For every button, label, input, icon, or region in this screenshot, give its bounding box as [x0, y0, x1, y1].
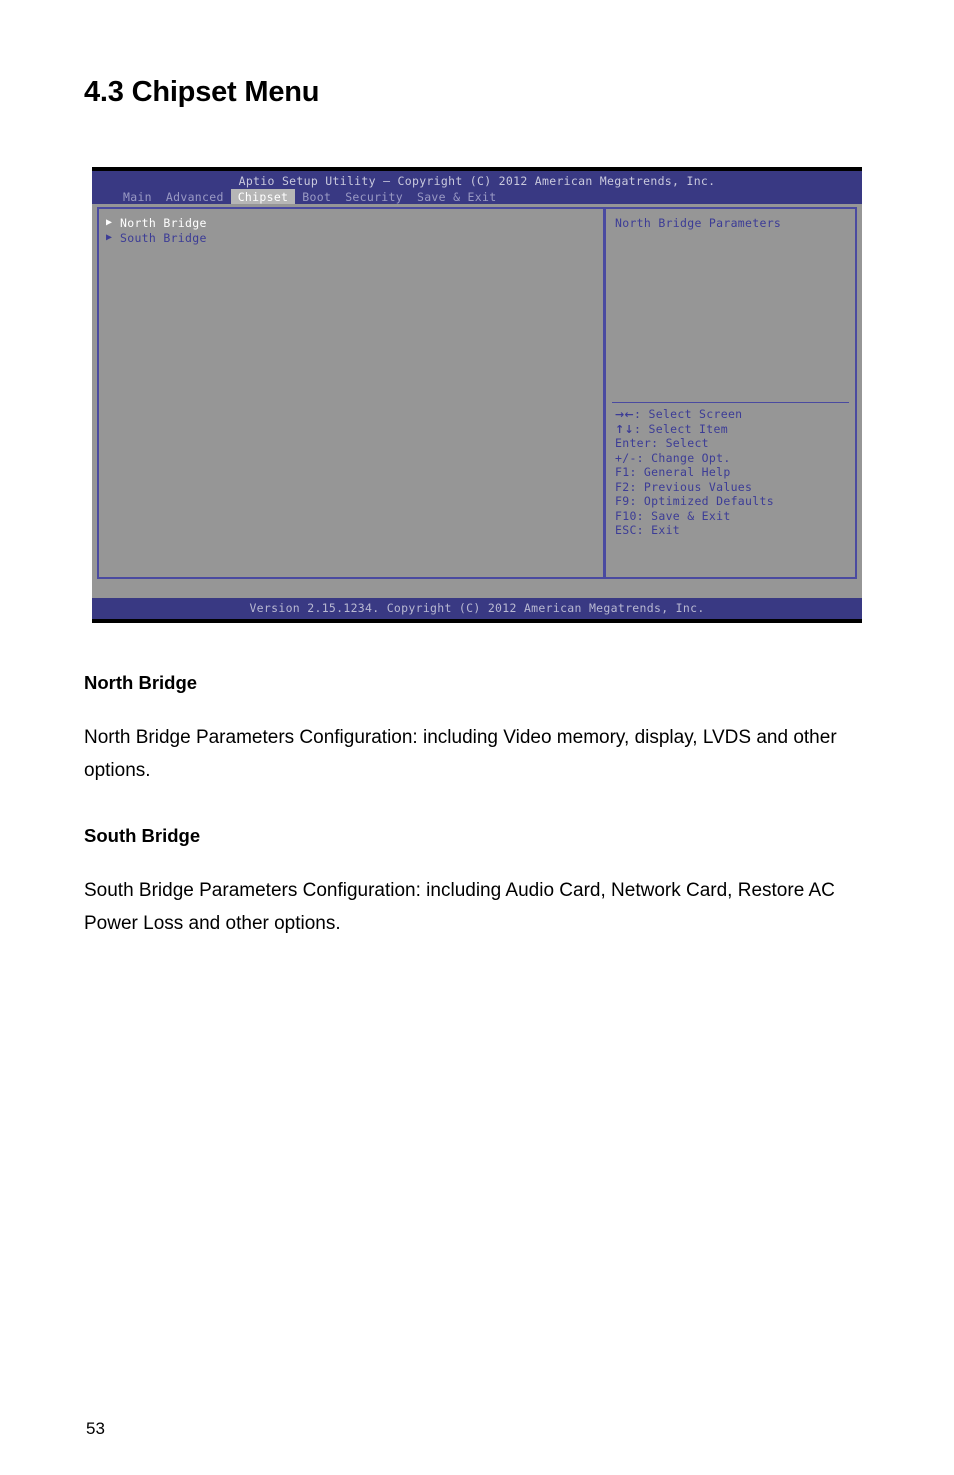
bios-menu-list: ▶ North Bridge ▶ South Bridge	[106, 216, 599, 245]
help-key-change-opt: +/-: Change Opt.	[615, 450, 731, 465]
help-key-text: : Select Item	[634, 421, 728, 436]
page-number: 53	[86, 1419, 105, 1438]
menu-item-label: North Bridge	[120, 216, 207, 230]
paragraph-north-bridge: North Bridge Parameters Configuration: i…	[84, 727, 837, 781]
bios-header-bar: Aptio Setup Utility – Copyright (C) 2012…	[92, 171, 862, 207]
document-page: 4.3 Chipset Menu Aptio Setup Utility – C…	[0, 0, 954, 1475]
help-key-f2: F2: Previous Values	[615, 479, 753, 494]
help-key-esc: ESC: Exit	[615, 523, 681, 537]
help-divider	[612, 402, 849, 403]
arrow-left-right-icon: →←	[615, 408, 635, 421]
help-key-select-screen: →←: Select Screen	[615, 407, 850, 422]
bios-body: ▶ North Bridge ▶ South Bridge North Brid…	[92, 204, 862, 582]
submenu-arrow-icon: ▶	[106, 217, 113, 228]
paragraph-south-bridge: South Bridge Parameters Configuration: i…	[84, 880, 835, 934]
bios-footer-bar: Version 2.15.1234. Copyright (C) 2012 Am…	[92, 598, 862, 619]
arrow-up-down-icon: ↑↓	[615, 422, 635, 436]
help-key-f10: F10: Save & Exit	[615, 508, 731, 523]
heading-north-bridge: North Bridge	[84, 672, 198, 693]
help-key-select-item: ↑↓: Select Item	[615, 422, 850, 437]
bios-screenshot: Aptio Setup Utility – Copyright (C) 2012…	[92, 167, 862, 623]
heading-south-bridge: South Bridge	[84, 825, 201, 846]
help-key-enter: Enter: Select	[615, 436, 709, 450]
document-body: North Bridge North Bridge Parameters Con…	[84, 672, 884, 940]
menu-item-south-bridge[interactable]: ▶ South Bridge	[106, 231, 599, 246]
help-key-legend: →←: Select Screen ↑↓: Select Item Enter:…	[615, 407, 850, 538]
page-title: 4.3 Chipset Menu	[84, 76, 320, 108]
menu-item-north-bridge[interactable]: ▶ North Bridge	[106, 216, 599, 231]
help-key-text: : Select Screen	[634, 407, 743, 421]
menu-item-label: South Bridge	[120, 230, 207, 245]
bios-help-panel: North Bridge Parameters →←: Select Scree…	[604, 207, 857, 579]
help-key-f1: F1: General Help	[615, 465, 731, 479]
bios-settings-panel: ▶ North Bridge ▶ South Bridge	[97, 207, 605, 579]
help-description: North Bridge Parameters	[615, 216, 782, 230]
bios-version-text: Version 2.15.1234. Copyright (C) 2012 Am…	[249, 601, 705, 615]
help-key-f9: F9: Optimized Defaults	[615, 494, 774, 508]
bios-title-text: Aptio Setup Utility – Copyright (C) 2012…	[238, 174, 716, 188]
submenu-arrow-icon: ▶	[106, 231, 113, 243]
